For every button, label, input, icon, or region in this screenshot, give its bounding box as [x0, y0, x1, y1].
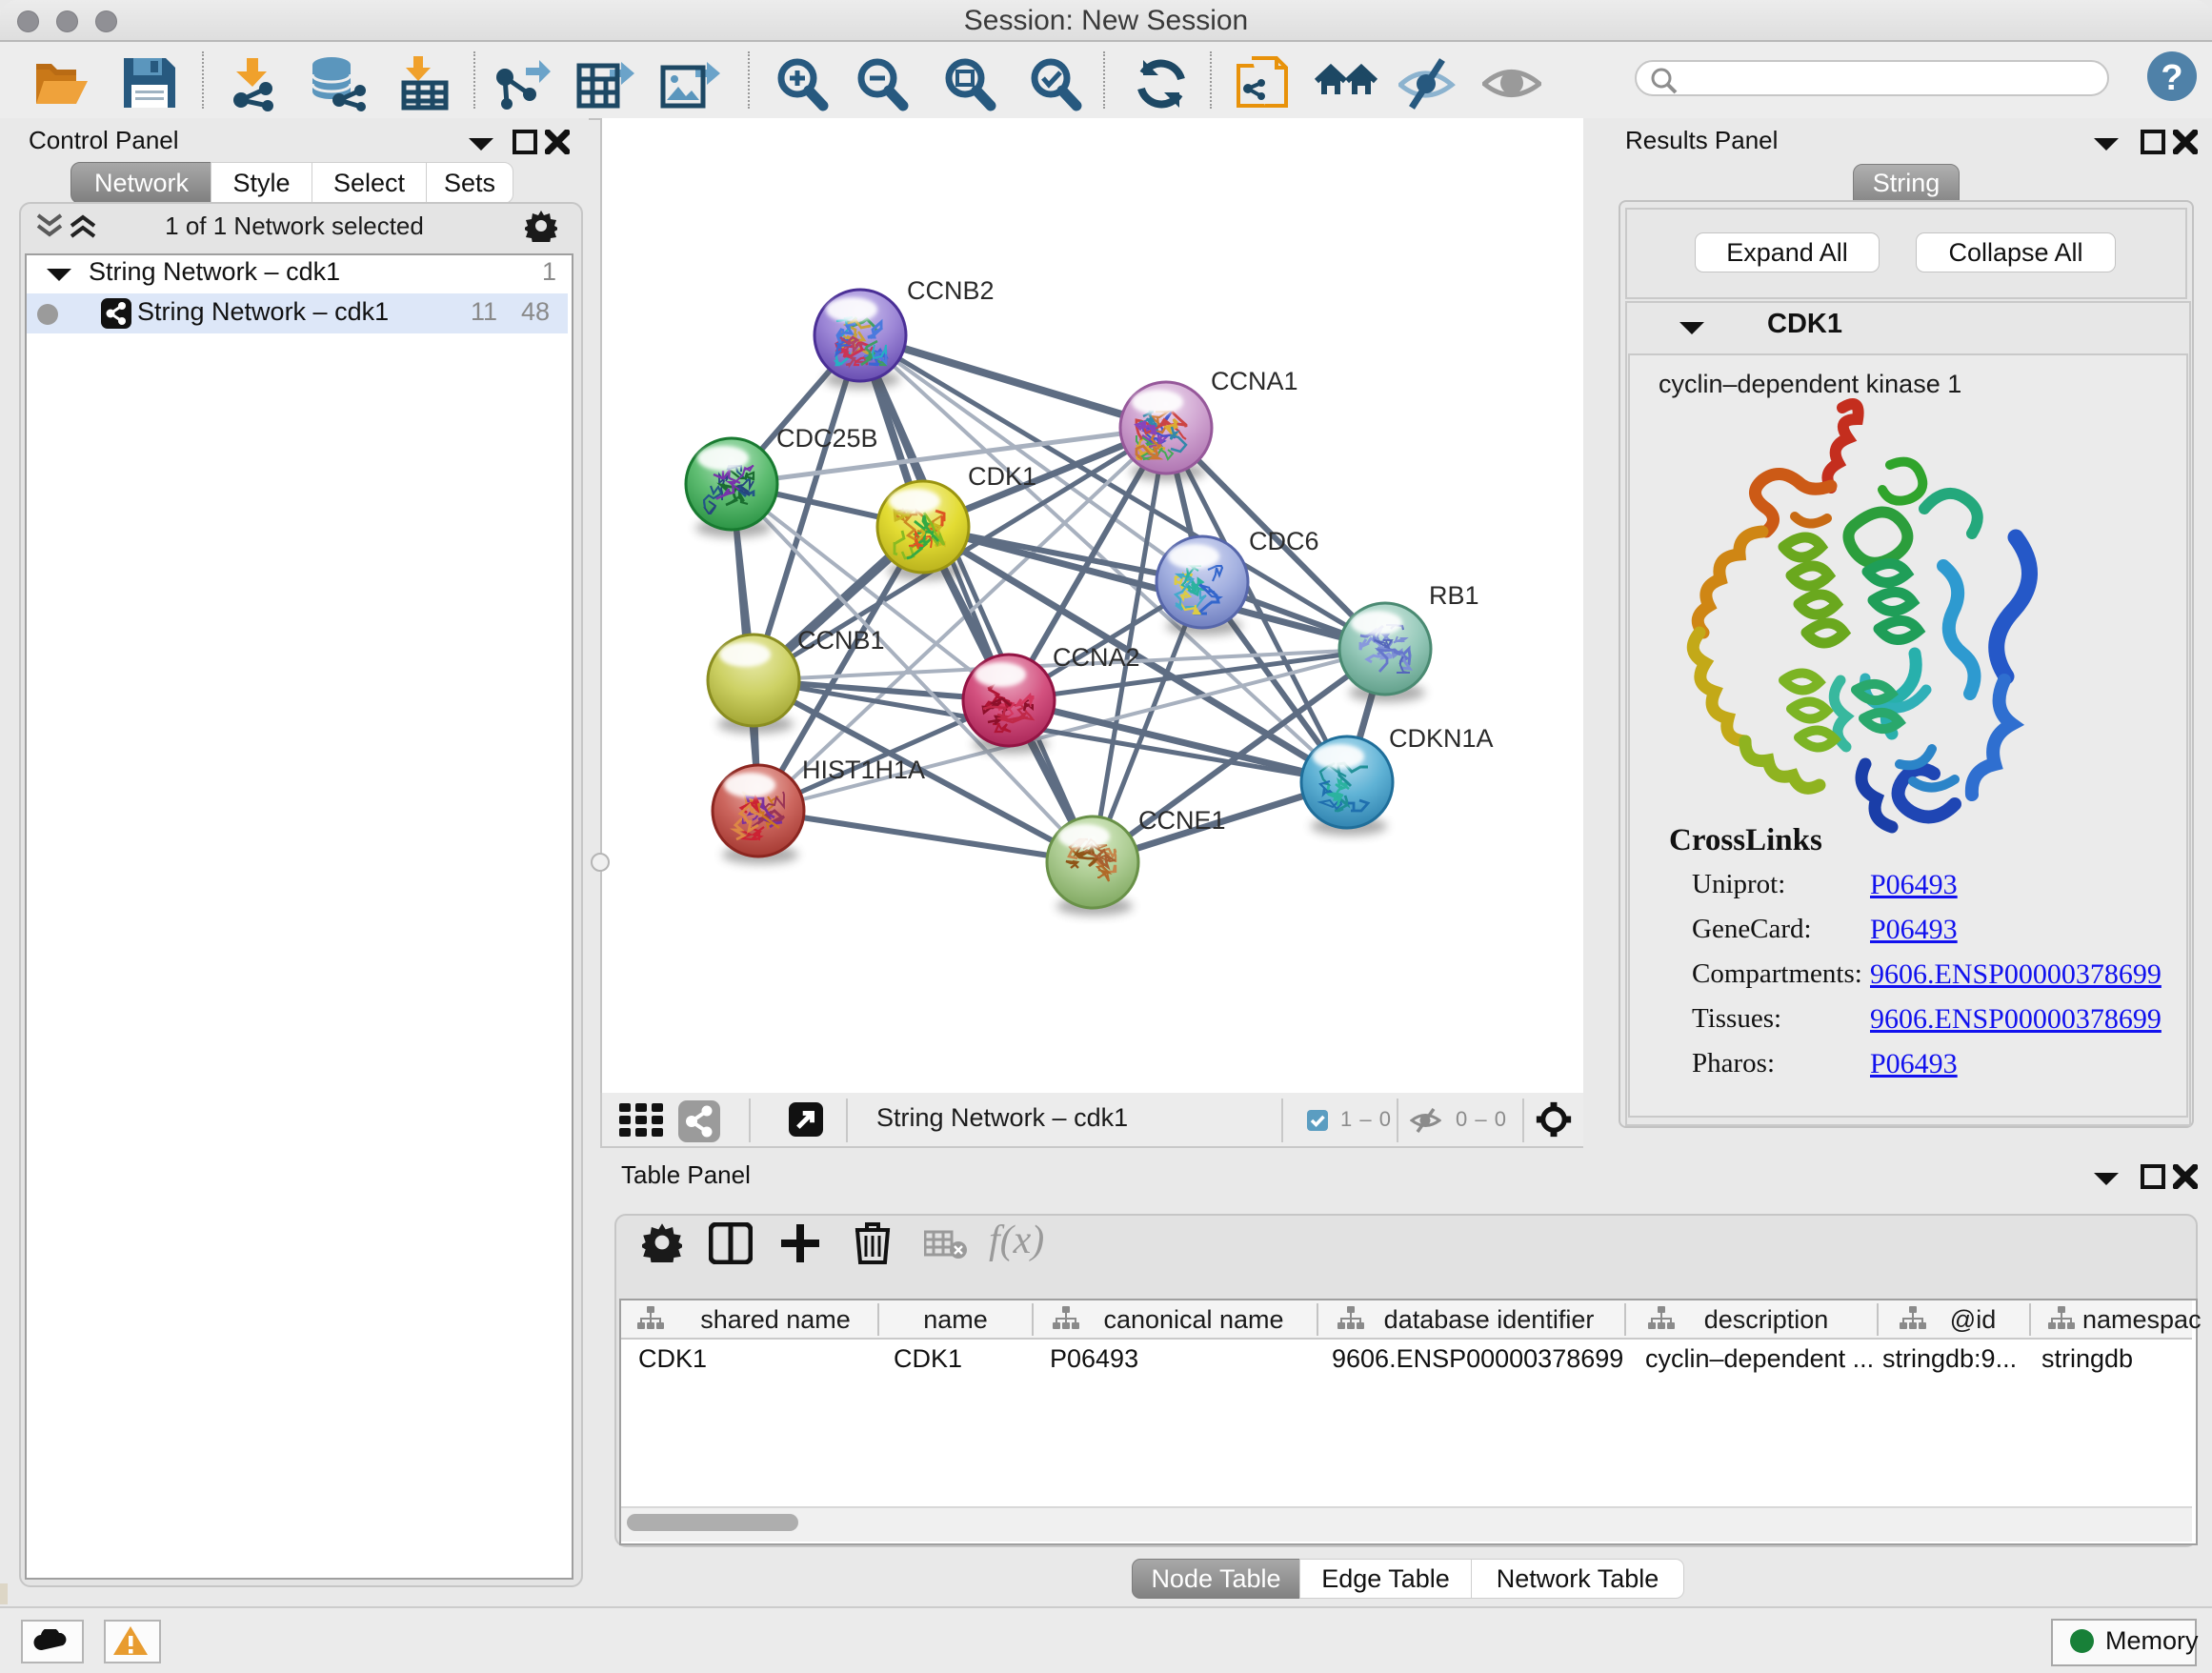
- svg-text:CDKN1A: CDKN1A: [1389, 724, 1494, 753]
- svg-text:CCNA2: CCNA2: [1053, 643, 1140, 672]
- svg-text:CDC25B: CDC25B: [776, 424, 878, 453]
- svg-text:?: ?: [2161, 58, 2182, 98]
- svg-text:CCNB1: CCNB1: [797, 626, 885, 655]
- svg-text:CCNB2: CCNB2: [907, 276, 995, 305]
- svg-text:CCNA1: CCNA1: [1211, 367, 1298, 395]
- svg-text:HIST1H1A: HIST1H1A: [802, 756, 925, 784]
- svg-text:CDK1: CDK1: [968, 462, 1036, 491]
- svg-text:CDC6: CDC6: [1249, 527, 1319, 555]
- svg-text:CCNE1: CCNE1: [1138, 806, 1226, 835]
- svg-text:RB1: RB1: [1429, 581, 1479, 610]
